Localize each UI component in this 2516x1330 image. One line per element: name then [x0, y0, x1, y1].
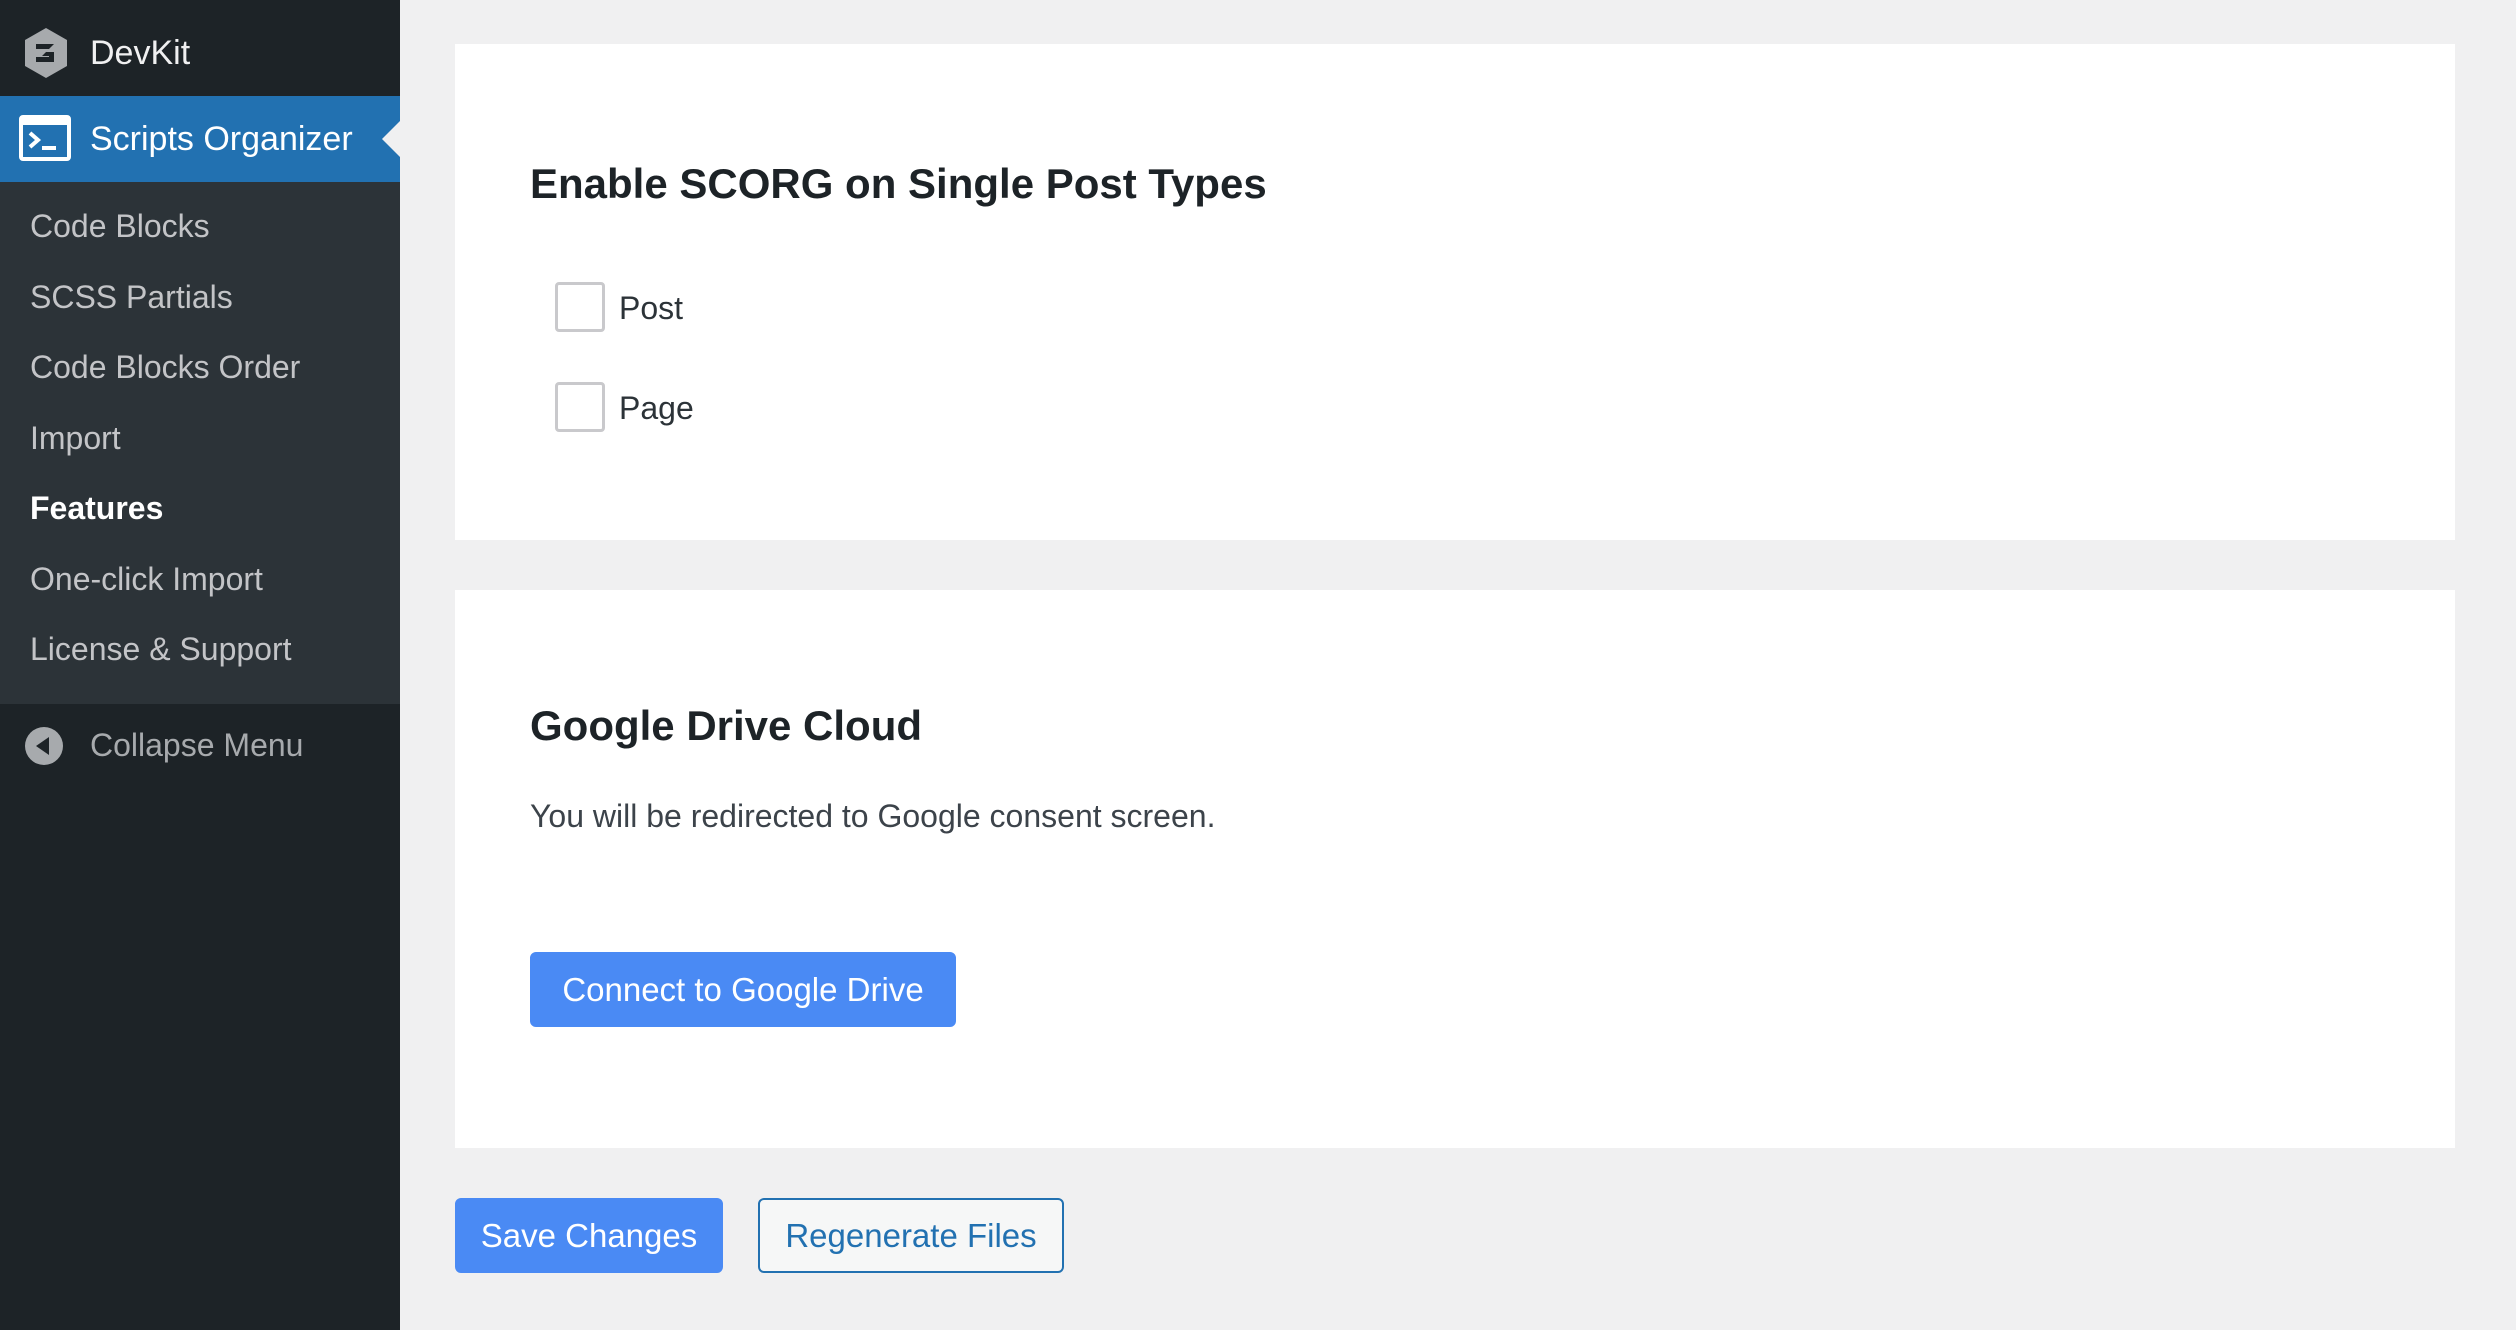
submenu-item-features[interactable]: Features	[30, 488, 163, 528]
sidebar-item-scripts-organizer[interactable]: Scripts Organizer	[0, 96, 400, 182]
collapse-arrow-icon	[24, 726, 64, 766]
regenerate-files-button[interactable]: Regenerate Files	[758, 1198, 1064, 1273]
save-changes-button[interactable]: Save Changes	[455, 1198, 723, 1273]
page-checkbox[interactable]	[555, 382, 605, 432]
submenu-item-code-blocks-order[interactable]: Code Blocks Order	[30, 347, 300, 387]
admin-sidebar: DevKit Scripts Organizer Code Blocks SCS…	[0, 0, 400, 1330]
post-checkbox-label[interactable]: Post	[619, 288, 683, 328]
current-menu-arrow	[382, 121, 400, 157]
collapse-menu-label: Collapse Menu	[90, 727, 304, 763]
collapse-menu-button[interactable]: Collapse Menu	[0, 712, 400, 778]
submenu-item-import[interactable]: Import	[30, 418, 121, 458]
submenu-item-license-support[interactable]: License & Support	[30, 629, 292, 669]
page-checkbox-label[interactable]: Page	[619, 388, 694, 428]
submenu-item-scss-partials[interactable]: SCSS Partials	[30, 277, 233, 317]
submenu-item-code-blocks[interactable]: Code Blocks	[30, 206, 210, 246]
single-post-types-title: Enable SCORG on Single Post Types	[530, 160, 1267, 207]
devkit-logo-icon	[22, 26, 70, 80]
sidebar-submenu: Code Blocks SCSS Partials Code Blocks Or…	[0, 182, 400, 704]
google-drive-description: You will be redirected to Google consent…	[530, 798, 1216, 834]
submenu-item-one-click-import[interactable]: One-click Import	[30, 559, 263, 599]
sidebar-item-label: DevKit	[90, 34, 191, 72]
sidebar-item-label: Scripts Organizer	[90, 120, 353, 158]
sidebar-item-devkit[interactable]: DevKit	[0, 0, 400, 106]
post-checkbox[interactable]	[555, 282, 605, 332]
single-post-types-card: Enable SCORG on Single Post Types Post P…	[455, 44, 2455, 540]
terminal-icon	[18, 114, 72, 162]
google-drive-card: Google Drive Cloud You will be redirecte…	[455, 590, 2455, 1148]
connect-google-drive-button[interactable]: Connect to Google Drive	[530, 952, 956, 1027]
google-drive-title: Google Drive Cloud	[530, 702, 923, 749]
